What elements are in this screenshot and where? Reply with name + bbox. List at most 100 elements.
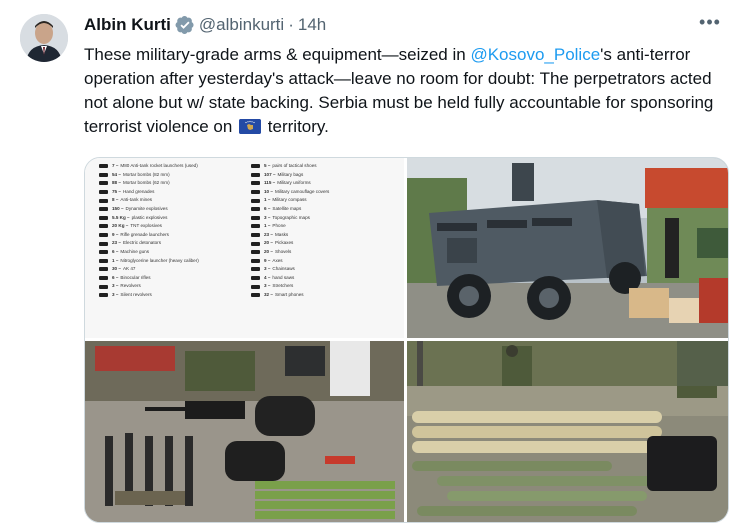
seized-list-right: 5 – pairs of tactical shoes 107 – Militar… — [251, 162, 329, 300]
item-label: Binocular rifles — [120, 274, 151, 280]
item-quantity: 6 – — [112, 248, 119, 254]
item-quantity: 20 – — [264, 240, 273, 246]
item-icon — [99, 258, 108, 263]
item-icon — [251, 267, 260, 272]
verified-badge-icon — [175, 15, 195, 35]
item-icon — [251, 276, 260, 281]
item-icon — [251, 198, 260, 203]
item-icon — [251, 284, 260, 289]
seized-list-row: 3 – Revolvers — [99, 282, 199, 291]
item-icon — [99, 250, 108, 255]
item-label: TNT explosives — [130, 223, 162, 229]
photo-armored-vehicle[interactable] — [407, 158, 728, 338]
item-quantity: 1 – — [112, 257, 119, 263]
item-quantity: 23 – — [264, 231, 273, 237]
seized-list-row: 20 – Pickaxes — [251, 239, 329, 248]
seized-list-row: 1 – Nitroglycerine launcher (heavy calib… — [99, 257, 199, 266]
item-label: Pickaxes — [274, 240, 294, 246]
item-icon — [99, 284, 108, 289]
mention-link[interactable]: @Kosovo_Police — [470, 45, 600, 64]
item-icon — [251, 293, 260, 298]
item-label: Smart phones — [274, 291, 304, 297]
item-quantity: 54 – — [112, 171, 121, 177]
seized-list-row: 3 – Topographic maps — [251, 214, 329, 223]
item-label: Axes — [272, 257, 283, 263]
item-label: Hand grenades — [122, 188, 155, 194]
item-quantity: 20 Kg – — [112, 223, 129, 229]
author-name[interactable]: Albin Kurti — [84, 15, 171, 35]
item-icon — [251, 190, 260, 195]
seized-list-row: 9 – Axes — [251, 257, 329, 266]
item-label: Stretchers — [272, 283, 294, 289]
item-quantity: 8 – — [112, 197, 119, 203]
item-icon — [99, 215, 108, 220]
item-icon — [251, 241, 260, 246]
kosovo-flag-emoji — [239, 119, 262, 134]
seized-list-row: 6 – Satellite maps — [251, 205, 329, 214]
item-icon — [251, 215, 260, 220]
item-label: Mortar bombs (82 mm) — [122, 171, 170, 177]
item-label: plastic explosives — [131, 214, 168, 220]
item-label: Phone — [272, 223, 286, 229]
tweet-text: These military-grade arms & equipment—se… — [84, 43, 724, 139]
avatar-photo — [20, 14, 68, 62]
item-label: Military bags — [277, 171, 304, 177]
seized-list-row: 75 – Hand grenades — [99, 188, 199, 197]
item-quantity: 1 – — [264, 197, 271, 203]
seized-list-row: 3 – Chainsaws — [251, 265, 329, 274]
author-handle[interactable]: @albinkurti — [199, 15, 284, 35]
item-label: Military compass — [272, 197, 307, 203]
item-icon — [99, 224, 108, 229]
item-label: M80 Anti-tank rocket launchers (used) — [120, 163, 198, 168]
seized-list-left: 7 – M80 Anti-tank rocket launchers (used… — [99, 162, 199, 300]
item-icon — [99, 233, 108, 238]
tweet-text-part-3: territory. — [263, 117, 329, 136]
avatar[interactable] — [20, 14, 68, 62]
item-icon — [99, 181, 108, 186]
seized-list-row: 107 – Military bags — [251, 171, 329, 180]
tweet-timestamp[interactable]: 14h — [298, 15, 326, 35]
item-quantity: 3 – — [112, 283, 119, 289]
photo-seized-items-list[interactable]: 7 – M80 Anti-tank rocket launchers (used… — [85, 158, 404, 338]
seized-list-row: 20 – Shovels — [251, 248, 329, 257]
item-icon — [99, 190, 108, 195]
item-quantity: 115 – — [264, 180, 276, 186]
item-label: Rifle grenade launchers — [120, 231, 169, 237]
seized-list-row: 88 – Mortar bombs (62 mm) — [99, 179, 199, 188]
seized-list-row: 1 – Military compass — [251, 196, 329, 205]
item-icon — [99, 241, 108, 246]
seized-list-row: 8 – Anti-tank mines — [99, 196, 199, 205]
seized-list-row: 115 – Military uniforms — [251, 179, 329, 188]
item-label: pairs of tactical shoes — [272, 163, 317, 168]
item-quantity: 3 – — [264, 214, 271, 220]
item-icon — [99, 172, 108, 177]
seized-list-row: 6 – Binocular rifles — [99, 274, 199, 283]
item-label: AK 47 — [122, 266, 136, 272]
seized-list-row: 3 – Silent revolvers — [99, 291, 199, 300]
item-label: Satellite maps — [272, 205, 302, 211]
item-quantity: 107 – — [264, 171, 276, 177]
item-label: Revolvers — [120, 283, 141, 289]
item-quantity: 5 – — [264, 163, 271, 168]
item-icon — [99, 276, 108, 281]
item-icon — [99, 207, 108, 212]
item-icon — [99, 164, 108, 169]
separator-dot: · — [288, 15, 294, 34]
item-icon — [251, 172, 260, 177]
photo-seized-weapons[interactable] — [85, 341, 404, 522]
seized-list-row: 1 – Phone — [251, 222, 329, 231]
seized-list-row: 5 – pairs of tactical shoes — [251, 162, 329, 171]
more-options-icon[interactable]: ••• — [698, 13, 722, 36]
item-icon — [251, 181, 260, 186]
item-quantity: 150 – — [112, 205, 124, 211]
item-label: hand saws — [272, 274, 295, 280]
item-quantity: 3 – — [112, 291, 119, 297]
item-icon — [251, 250, 260, 255]
photo-rocket-launchers[interactable] — [407, 341, 728, 522]
item-quantity: 32 – — [264, 291, 273, 297]
item-label: Chainsaws — [272, 266, 295, 272]
item-label: Military camouflage covers — [274, 188, 330, 194]
seized-list-row: 7 – M80 Anti-tank rocket launchers (used… — [99, 162, 199, 171]
item-label: Mortar bombs (62 mm) — [122, 180, 170, 186]
seized-list-row: 5.5 Kg – plastic explosives — [99, 214, 199, 223]
